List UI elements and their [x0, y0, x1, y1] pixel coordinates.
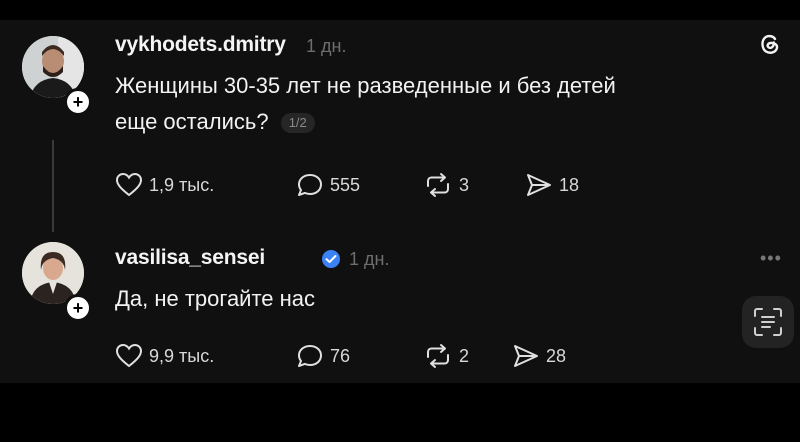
repost-button[interactable]: 2	[423, 343, 469, 369]
share-count: 28	[546, 345, 567, 366]
like-button[interactable]: 9,9 тыс.	[115, 343, 214, 369]
repost-button[interactable]: 3	[423, 172, 469, 198]
scan-text-icon	[754, 308, 782, 336]
post-text: Женщины 30-35 лет не разведенные и без д…	[115, 68, 616, 140]
follow-plus-button[interactable]: +	[64, 88, 92, 116]
like-count: 9,9 тыс.	[149, 345, 215, 366]
share-button[interactable]: 18	[525, 172, 579, 198]
post-time: 1 дн.	[306, 36, 347, 56]
page-indicator-badge: 1/2	[280, 113, 315, 134]
threads-logo-icon[interactable]	[756, 30, 784, 58]
comment-bubble-icon	[298, 345, 322, 367]
more-dots-icon[interactable]: •••	[760, 248, 782, 269]
scan-text-button[interactable]	[742, 296, 794, 348]
follow-plus-button[interactable]: +	[64, 294, 92, 322]
thread-connector-line	[52, 140, 54, 232]
post-text-line2-content: еще остались?	[115, 109, 269, 134]
repost-count: 3	[459, 174, 470, 195]
post-username[interactable]: vasilisa_sensei	[115, 246, 265, 270]
post-time: 1 дн.	[349, 249, 390, 269]
like-count: 1,9 тыс.	[149, 174, 215, 195]
post-text: Да, не трогайте нас	[115, 286, 316, 311]
send-icon	[527, 174, 551, 196]
comment-bubble-icon	[298, 174, 322, 196]
share-button[interactable]: 28	[512, 343, 566, 369]
comment-count: 555	[330, 174, 361, 195]
like-button[interactable]: 1,9 тыс.	[115, 172, 214, 198]
heart-icon	[115, 172, 143, 197]
heart-icon	[115, 343, 143, 368]
share-count: 18	[559, 174, 580, 195]
post-username[interactable]: vykhodets.dmitry	[115, 33, 286, 57]
post-text-line2: еще остались? 1/2	[115, 104, 616, 140]
repost-count: 2	[459, 345, 470, 366]
comment-count: 76	[330, 345, 351, 366]
verified-badge-icon	[322, 250, 340, 268]
post-text-line1: Женщины 30-35 лет не разведенные и без д…	[115, 73, 616, 98]
comment-button[interactable]: 555	[296, 172, 360, 198]
repost-icon	[427, 173, 449, 197]
repost-icon	[427, 344, 449, 368]
comment-button[interactable]: 76	[296, 343, 350, 369]
send-icon	[514, 345, 538, 367]
